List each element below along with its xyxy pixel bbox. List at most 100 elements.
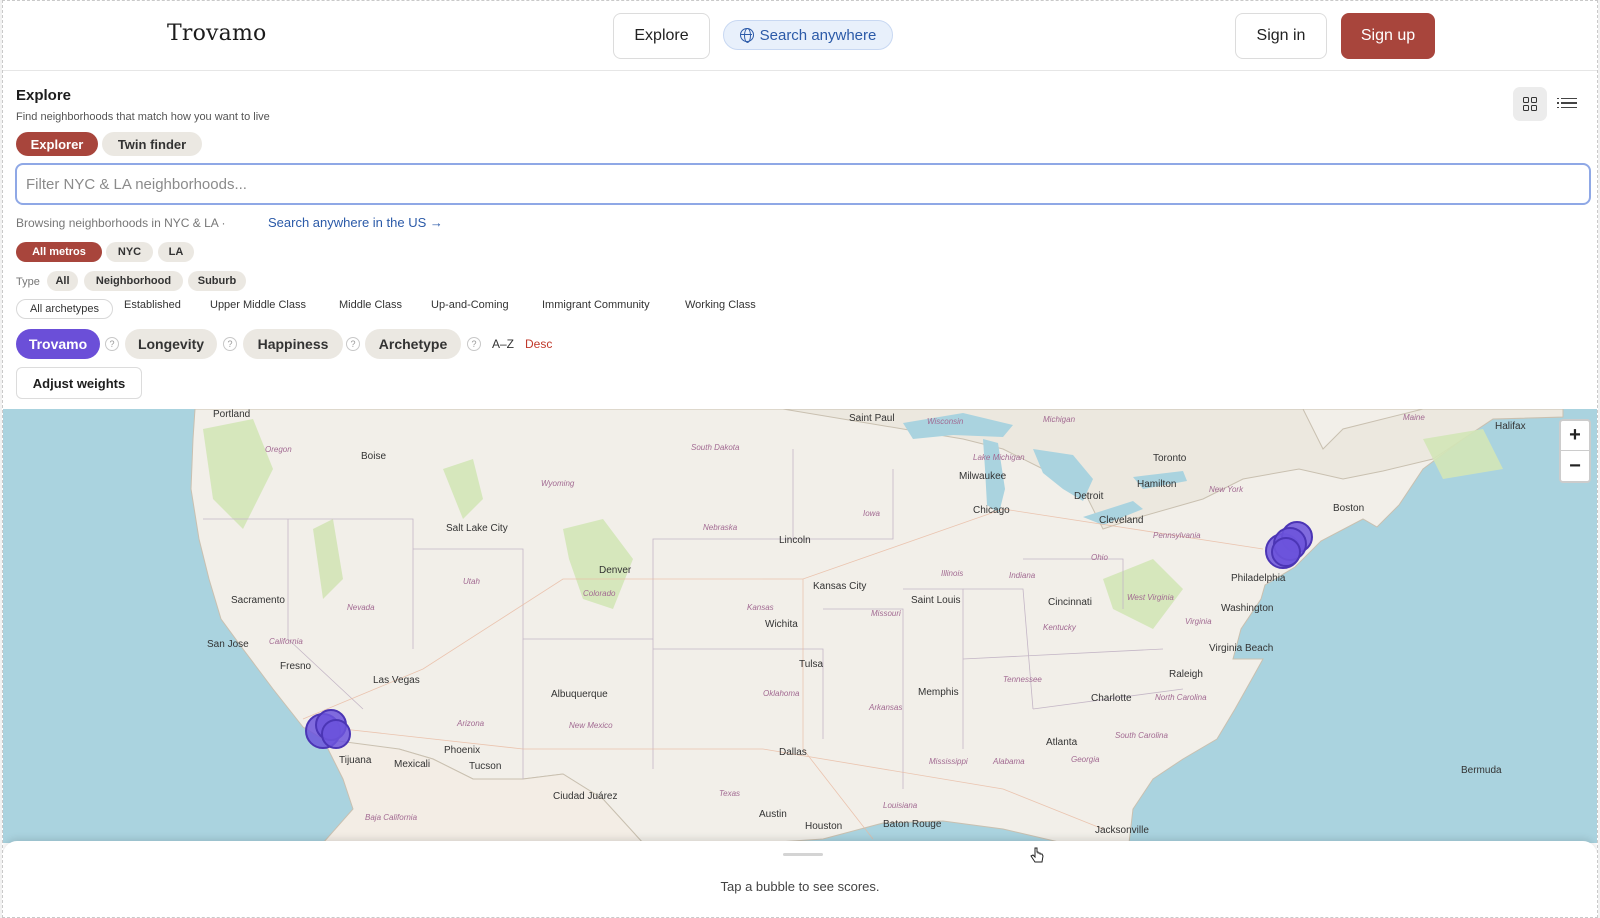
- map-label: Lake Michigan: [973, 453, 1025, 462]
- map-label: Washington: [1221, 603, 1274, 614]
- sort-trovamo[interactable]: Trovamo: [16, 329, 100, 359]
- map-label: Georgia: [1071, 755, 1100, 764]
- map-label: Ohio: [1091, 553, 1108, 562]
- map-label: Denver: [599, 565, 632, 576]
- zoom-in-button[interactable]: +: [1561, 421, 1589, 451]
- type-all[interactable]: All: [47, 271, 78, 291]
- archetype-middle-class[interactable]: Middle Class: [339, 299, 402, 311]
- map-label: Detroit: [1074, 491, 1104, 502]
- map-label: Bermuda: [1461, 765, 1502, 776]
- sheet-drag-handle[interactable]: [783, 853, 823, 856]
- grid-icon: [1523, 97, 1537, 111]
- archetype-immigrant-community[interactable]: Immigrant Community: [542, 299, 650, 311]
- map-label: Albuquerque: [551, 689, 608, 700]
- nyc-bubble[interactable]: [1271, 537, 1301, 567]
- list-view-toggle[interactable]: [1557, 93, 1577, 113]
- browsing-scope-text: Browsing neighborhoods in NYC & LA ·: [16, 216, 226, 230]
- map-label: Wisconsin: [927, 417, 964, 426]
- metro-all[interactable]: All metros: [16, 242, 102, 262]
- archetype-upper-middle-class[interactable]: Upper Middle Class: [210, 299, 306, 311]
- map-label: Houston: [805, 821, 843, 832]
- metro-la[interactable]: LA: [158, 242, 194, 262]
- metro-nyc[interactable]: NYC: [106, 242, 153, 262]
- map-label: Cleveland: [1099, 515, 1144, 526]
- map-label: Charlotte: [1091, 693, 1132, 704]
- bottom-sheet[interactable]: Tap a bubble to see scores.: [3, 841, 1597, 917]
- map-label: Philadelphia: [1231, 573, 1286, 584]
- archetype-established[interactable]: Established: [124, 299, 181, 311]
- search-anywhere-label: Search anywhere: [759, 26, 877, 44]
- map-label: Nebraska: [703, 523, 738, 532]
- map-label: Colorado: [583, 589, 616, 598]
- map-label: Kentucky: [1043, 623, 1076, 632]
- neighborhood-filter-input[interactable]: [15, 163, 1591, 205]
- map-label: Milwaukee: [959, 471, 1007, 482]
- map-label: Lincoln: [779, 535, 811, 546]
- archetype-up-and-coming[interactable]: Up-and-Coming: [431, 299, 509, 311]
- la-bubble[interactable]: [321, 719, 351, 749]
- zoom-out-button[interactable]: −: [1561, 451, 1589, 481]
- list-icon: [1557, 97, 1577, 100]
- search-anywhere-link[interactable]: Search anywhere in the US →: [268, 215, 443, 230]
- map-label: Salt Lake City: [446, 523, 508, 534]
- sort-az-toggle[interactable]: A–Z: [492, 337, 514, 351]
- trovamo-help-icon[interactable]: ?: [105, 337, 119, 351]
- map-label: Illinois: [941, 569, 964, 578]
- type-suburb[interactable]: Suburb: [188, 271, 246, 291]
- map-label: Virginia: [1185, 617, 1212, 626]
- map-label: Virginia Beach: [1209, 643, 1274, 654]
- archetype-all[interactable]: All archetypes: [16, 299, 113, 319]
- sort-happiness[interactable]: Happiness: [243, 329, 343, 359]
- map-label: Ciudad Juárez: [553, 791, 618, 802]
- app-frame: Trovamo Explore Search anywhere Sign in …: [2, 0, 1598, 918]
- map-label: Jacksonville: [1095, 825, 1149, 836]
- map-label: Texas: [719, 789, 741, 798]
- map-label: Iowa: [863, 509, 880, 518]
- map-label: Kansas City: [813, 581, 867, 592]
- grid-view-toggle[interactable]: [1513, 87, 1547, 121]
- mode-explorer[interactable]: Explorer: [16, 132, 98, 156]
- map-label: Toronto: [1153, 453, 1187, 464]
- map-label: Wyoming: [541, 479, 575, 488]
- brand-logo[interactable]: Trovamo: [167, 21, 267, 46]
- map-label: Mexicali: [394, 759, 431, 770]
- map-view[interactable]: Portland Boise Salt Lake City Sacramento…: [3, 409, 1597, 843]
- map-label: Utah: [463, 577, 480, 586]
- map-label: Arizona: [457, 719, 485, 728]
- happiness-help-icon[interactable]: ?: [346, 337, 360, 351]
- sign-in-button[interactable]: Sign in: [1235, 13, 1327, 59]
- map-label: West Virginia: [1127, 593, 1174, 602]
- sort-longevity[interactable]: Longevity: [125, 329, 217, 359]
- sort-archetype[interactable]: Archetype: [365, 329, 461, 359]
- longevity-help-icon[interactable]: ?: [223, 337, 237, 351]
- map-label: New York: [1209, 485, 1244, 494]
- map-label: Missouri: [871, 609, 901, 618]
- map-label: Atlanta: [1046, 737, 1078, 748]
- adjust-weights-button[interactable]: Adjust weights: [16, 367, 142, 399]
- map-label: South Dakota: [691, 443, 740, 452]
- map-label: Maine: [1403, 413, 1425, 422]
- map-label: Tennessee: [1003, 675, 1042, 684]
- map-label: Indiana: [1009, 571, 1036, 580]
- type-neighborhood[interactable]: Neighborhood: [84, 271, 183, 291]
- search-anywhere-button[interactable]: Search anywhere: [723, 20, 893, 50]
- map-label: Tijuana: [339, 755, 372, 766]
- map-label: Kansas: [747, 603, 774, 612]
- zoom-controls: + −: [1559, 419, 1591, 483]
- archetype-working-class[interactable]: Working Class: [685, 299, 756, 311]
- map-label: Baton Rouge: [883, 819, 942, 830]
- hand-cursor-icon: [1030, 847, 1044, 863]
- map-label: Boston: [1333, 503, 1365, 514]
- map-label: California: [269, 637, 303, 646]
- map-label: Mississippi: [929, 757, 968, 766]
- map-label: Hamilton: [1137, 479, 1177, 490]
- mode-twin-finder[interactable]: Twin finder: [102, 132, 202, 156]
- map-label: Michigan: [1043, 415, 1076, 424]
- sign-up-button[interactable]: Sign up: [1341, 13, 1435, 59]
- explore-button[interactable]: Explore: [613, 13, 710, 59]
- map-label: Pennsylvania: [1153, 531, 1201, 540]
- map-label: Memphis: [918, 687, 959, 698]
- top-nav: Trovamo Explore Search anywhere Sign in …: [3, 1, 1597, 71]
- sort-desc-toggle[interactable]: Desc: [525, 337, 552, 351]
- archetype-help-icon[interactable]: ?: [467, 337, 481, 351]
